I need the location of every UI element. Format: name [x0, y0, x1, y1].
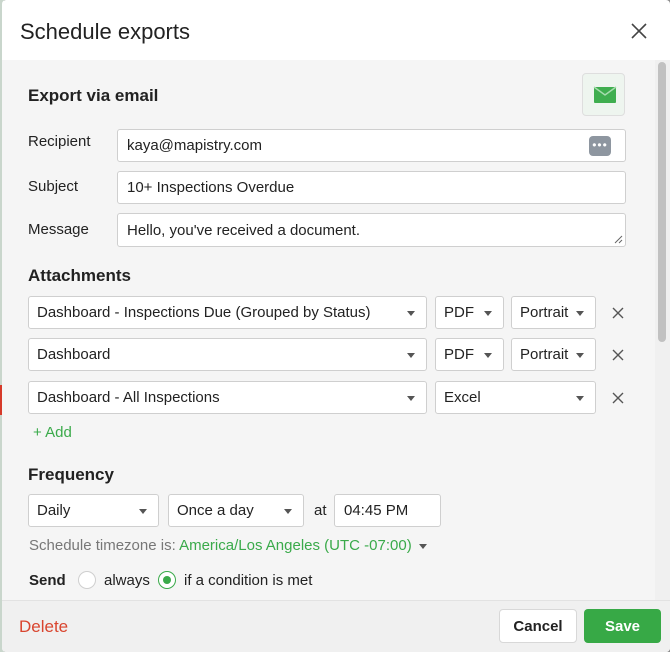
remove-attachment-2-icon[interactable]: [611, 348, 625, 362]
chevron-down-icon: [484, 352, 492, 358]
recipient-value: kaya@mapistry.com: [127, 137, 262, 154]
cancel-button[interactable]: Cancel: [499, 609, 577, 643]
message-value: Hello, you've received a document.: [127, 222, 360, 239]
attachment-1-format-select[interactable]: PDF: [435, 296, 504, 329]
frequency-heading: Frequency: [28, 465, 114, 484]
attachment-2-format-select[interactable]: PDF: [435, 338, 504, 371]
recipient-field[interactable]: kaya@mapistry.com •••: [117, 129, 626, 162]
frequency-period-select[interactable]: Daily: [28, 494, 159, 527]
dialog-title: Schedule exports: [20, 19, 190, 44]
chevron-down-icon: [576, 310, 584, 316]
attachment-2-source-value: Dashboard: [37, 346, 111, 363]
attachment-3-format-select[interactable]: Excel: [435, 381, 596, 414]
email-badge: [582, 73, 625, 116]
chevron-down-icon: [484, 310, 492, 316]
chevron-down-icon: [407, 395, 415, 401]
add-attachment-button[interactable]: + Add: [33, 424, 72, 441]
chevron-down-icon: [576, 352, 584, 358]
password-dots-icon[interactable]: •••: [589, 136, 611, 156]
chevron-down-icon[interactable]: [418, 543, 427, 549]
attachment-3-source-value: Dashboard - All Inspections: [37, 389, 220, 406]
timezone-value: America/Los Angeles (UTC -07:00): [179, 537, 412, 554]
send-condition-radio[interactable]: [158, 571, 176, 589]
time-value: 04:45 PM: [344, 502, 409, 519]
remove-attachment-3-icon[interactable]: [611, 391, 625, 405]
timezone-line: Schedule timezone is: America/Los Angele…: [29, 537, 427, 554]
attachment-2-orientation-select[interactable]: Portrait: [511, 338, 596, 371]
subject-label: Subject: [28, 178, 79, 195]
recipient-label: Recipient: [28, 133, 91, 150]
chevron-down-icon: [407, 352, 415, 358]
subject-field[interactable]: 10+ Inspections Overdue: [117, 171, 626, 204]
attachment-3-source-select[interactable]: Dashboard - All Inspections: [28, 381, 427, 414]
message-textarea[interactable]: Hello, you've received a document.: [117, 213, 626, 247]
schedule-exports-dialog: Schedule exports Export via email Recipi…: [2, 0, 670, 652]
close-icon[interactable]: [628, 20, 650, 42]
send-label: Send: [29, 572, 66, 589]
chevron-down-icon: [407, 310, 415, 316]
attachment-2-format-value: PDF: [444, 346, 474, 363]
attachment-1-orientation-value: Portrait: [520, 304, 569, 321]
attachment-3-format-value: Excel: [444, 389, 481, 406]
timezone-select[interactable]: America/Los Angeles (UTC -07:00): [179, 537, 412, 554]
frequency-times-value: Once a day: [177, 502, 254, 519]
attachments-heading: Attachments: [28, 266, 131, 285]
delete-button[interactable]: Delete: [19, 617, 68, 637]
attachment-2-orientation-value: Portrait: [520, 346, 569, 363]
attachment-2-source-select[interactable]: Dashboard: [28, 338, 427, 371]
envelope-icon: [593, 86, 617, 103]
attachment-1-source-value: Dashboard - Inspections Due (Grouped by …: [37, 304, 371, 321]
chevron-down-icon: [284, 508, 292, 514]
subject-value: 10+ Inspections Overdue: [127, 179, 295, 196]
message-label: Message: [28, 221, 89, 238]
time-input[interactable]: 04:45 PM: [334, 494, 441, 527]
resize-handle-icon[interactable]: [614, 235, 623, 244]
frequency-period-value: Daily: [37, 502, 71, 519]
chevron-down-icon: [576, 395, 584, 401]
attachment-1-format-value: PDF: [444, 304, 474, 321]
timezone-prefix: Schedule timezone is:: [29, 537, 176, 554]
chevron-down-icon: [139, 508, 147, 514]
save-button[interactable]: Save: [584, 609, 661, 643]
send-always-radio[interactable]: [78, 571, 96, 589]
send-condition-label[interactable]: if a condition is met: [184, 572, 312, 589]
at-label: at: [314, 502, 327, 519]
send-always-label[interactable]: always: [104, 572, 150, 589]
scrollbar-thumb[interactable]: [658, 62, 666, 342]
email-section-heading: Export via email: [28, 86, 159, 105]
attachment-1-source-select[interactable]: Dashboard - Inspections Due (Grouped by …: [28, 296, 427, 329]
remove-attachment-1-icon[interactable]: [611, 306, 625, 320]
attachment-1-orientation-select[interactable]: Portrait: [511, 296, 596, 329]
frequency-times-select[interactable]: Once a day: [168, 494, 304, 527]
